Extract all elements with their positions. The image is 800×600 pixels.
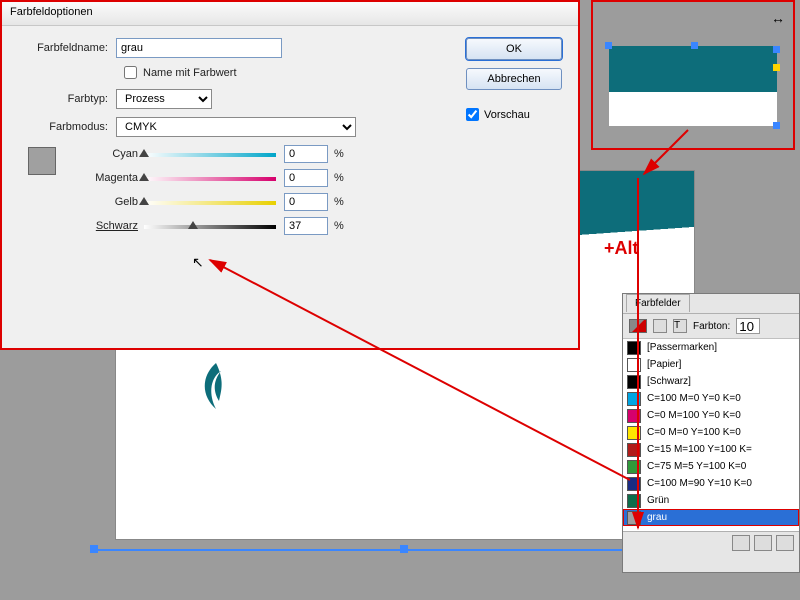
preview-checkbox[interactable] — [466, 108, 479, 121]
selection-handle[interactable] — [691, 42, 698, 49]
delete-swatch-icon[interactable] — [776, 535, 794, 551]
cyan-label: Cyan — [76, 148, 138, 160]
type-label: Farbtyp: — [20, 93, 116, 105]
gelb-slider[interactable] — [144, 197, 276, 207]
swatch-label: C=0 M=100 Y=0 K=0 — [647, 410, 741, 421]
new-swatch-icon[interactable] — [754, 535, 772, 551]
swatch-preview — [28, 147, 56, 175]
swatch-label: [Passermarken] — [647, 342, 717, 353]
new-swatch-icon[interactable] — [732, 535, 750, 551]
tint-value[interactable] — [736, 318, 760, 334]
swatch-color-icon — [627, 375, 641, 389]
selection-handle[interactable] — [773, 46, 780, 53]
panel-tabbar: Farbfelder — [623, 294, 799, 314]
swatch-color-icon — [627, 494, 641, 508]
schwarz-label: Schwarz — [76, 220, 138, 232]
swatch-row[interactable]: C=15 M=100 Y=100 K= — [623, 441, 799, 458]
swatch-row[interactable]: C=75 M=5 Y=100 K=0 — [623, 458, 799, 475]
zoom-page — [609, 46, 777, 126]
magenta-value[interactable] — [284, 169, 328, 187]
panel-tab-swatches[interactable]: Farbfelder — [626, 294, 690, 312]
swatch-label: C=15 M=100 Y=100 K= — [647, 444, 752, 455]
swatch-row[interactable]: [Passermarken] — [623, 339, 799, 356]
swatch-color-icon — [627, 358, 641, 372]
swatch-color-icon — [627, 392, 641, 406]
ok-button[interactable]: OK — [466, 38, 562, 60]
swatch-label: [Schwarz] — [647, 376, 691, 387]
selection-handle[interactable] — [773, 122, 780, 129]
selection-handle[interactable] — [90, 545, 98, 553]
cancel-button[interactable]: Abbrechen — [466, 68, 562, 90]
name-label: Farbfeldname: — [20, 42, 116, 54]
swatch-row[interactable]: C=100 M=0 Y=0 K=0 — [623, 390, 799, 407]
text-format-icon[interactable]: T — [673, 319, 687, 333]
swatch-row[interactable]: C=100 M=90 Y=10 K=0 — [623, 475, 799, 492]
swatches-panel: Farbfelder T Farbton: [Passermarken] [Pap… — [622, 293, 800, 573]
object-format-icon[interactable] — [653, 319, 667, 333]
swatch-color-icon — [627, 443, 641, 457]
cursor-icon: ↖ — [192, 254, 204, 271]
selection-handle[interactable] — [400, 545, 408, 553]
swatch-label: grau — [647, 512, 667, 523]
alt-annotation: +Alt — [604, 238, 639, 259]
tint-label: Farbton: — [693, 321, 730, 332]
swatch-color-icon — [627, 511, 641, 525]
swatch-options-dialog: Farbfeldoptionen Farbfeldname: Name mit … — [0, 0, 580, 350]
schwarz-slider[interactable] — [144, 221, 276, 231]
swatch-label: C=75 M=5 Y=100 K=0 — [647, 461, 746, 472]
color-mode-select[interactable]: CMYK — [116, 117, 356, 137]
dialog-title: Farbfeldoptionen — [2, 2, 578, 26]
cyan-slider[interactable] — [144, 149, 276, 159]
selection-handle[interactable] — [605, 42, 612, 49]
swatch-label: [Papier] — [647, 359, 681, 370]
swatch-row[interactable]: [Schwarz] — [623, 373, 799, 390]
swatch-color-icon — [627, 341, 641, 355]
swatch-row[interactable]: [Papier] — [623, 356, 799, 373]
swatch-color-icon — [627, 460, 641, 474]
swatch-label: C=100 M=0 Y=0 K=0 — [647, 393, 741, 404]
swatch-list[interactable]: [Passermarken] [Papier] [Schwarz] C=100 M=0… — [623, 339, 799, 531]
swatch-color-icon — [627, 426, 641, 440]
swatch-row[interactable]: C=0 M=0 Y=100 K=0 — [623, 424, 799, 441]
fill-stroke-icon[interactable] — [629, 319, 647, 333]
zoom-inset: ↔ — [591, 0, 795, 150]
swatch-row[interactable]: C=0 M=100 Y=0 K=0 — [623, 407, 799, 424]
logo-glyph — [191, 361, 241, 411]
swatch-name-input[interactable] — [116, 38, 282, 58]
cyan-value[interactable] — [284, 145, 328, 163]
color-type-select[interactable]: Prozess — [116, 89, 212, 109]
schwarz-value[interactable] — [284, 217, 328, 235]
swatch-color-icon — [627, 409, 641, 423]
mode-label: Farbmodus: — [20, 121, 116, 133]
gelb-label: Gelb — [76, 196, 138, 208]
selection-handle-reference[interactable] — [773, 64, 780, 71]
move-cursor-icon: ↔ — [771, 10, 785, 26]
swatch-row[interactable]: grau — [623, 509, 799, 526]
swatch-label: Grün — [647, 495, 669, 506]
magenta-label: Magenta — [76, 172, 138, 184]
magenta-slider[interactable] — [144, 173, 276, 183]
preview-label: Vorschau — [484, 109, 530, 121]
swatch-label: C=100 M=90 Y=10 K=0 — [647, 478, 752, 489]
name-with-value-label: Name mit Farbwert — [143, 67, 237, 79]
swatch-row[interactable]: Grün — [623, 492, 799, 509]
gelb-value[interactable] — [284, 193, 328, 211]
swatch-label: C=0 M=0 Y=100 K=0 — [647, 427, 741, 438]
name-with-value-checkbox[interactable] — [124, 66, 137, 79]
swatch-color-icon — [627, 477, 641, 491]
